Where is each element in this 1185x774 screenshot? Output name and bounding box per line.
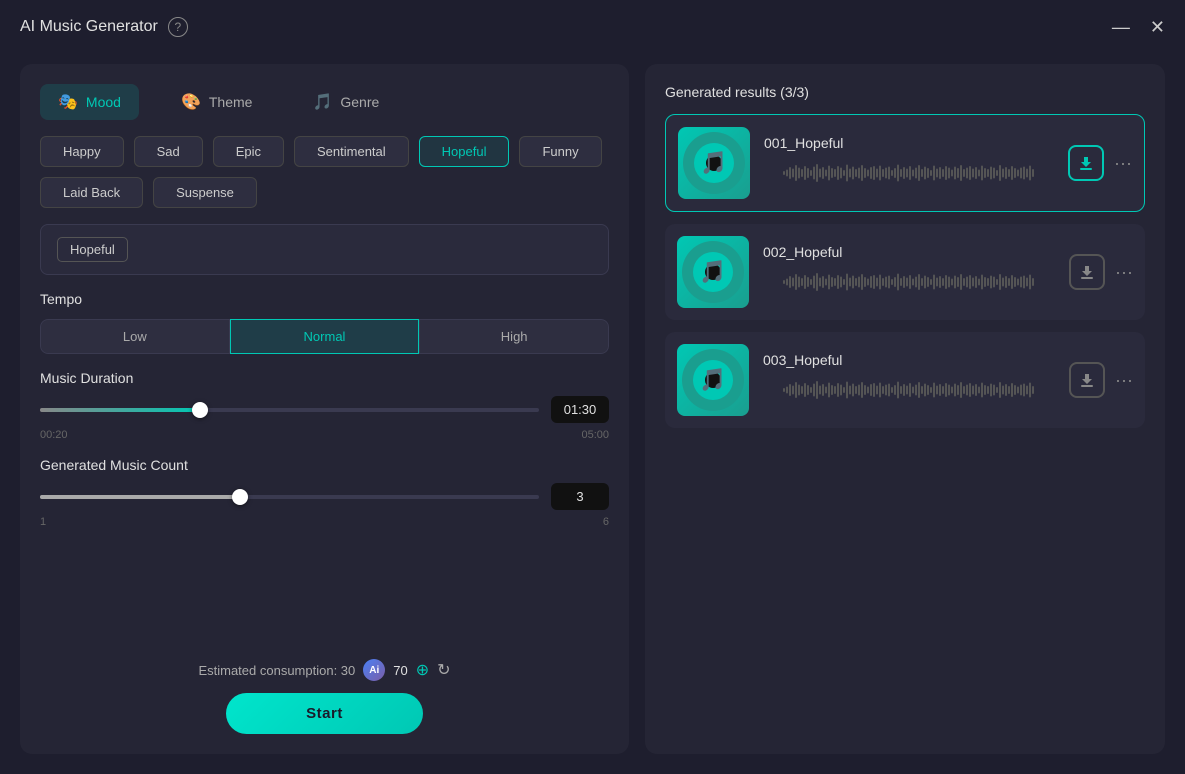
tempo-btn-high[interactable]: High (419, 319, 609, 354)
count-thumb[interactable] (232, 489, 248, 505)
music-item-2[interactable]: 🎵 002_Hopeful ··· (665, 224, 1145, 320)
music-duration-slider[interactable] (40, 400, 539, 420)
mood-btn-sentimental[interactable]: Sentimental (294, 136, 409, 167)
more-button-2[interactable]: ··· (1115, 262, 1133, 283)
music-info-2: 002_Hopeful (763, 244, 1055, 301)
tab-genre-label: Genre (340, 94, 379, 110)
credits-count: 70 (393, 663, 407, 678)
tab-mood-label: Mood (86, 94, 121, 110)
consumption-row: Estimated consumption: 30 Ai 70 ⊕ ↻ (198, 659, 450, 681)
count-labels: 1 6 (40, 516, 609, 528)
tempo-buttons: LowNormalHigh (40, 319, 609, 354)
music-count-label: Generated Music Count (40, 457, 609, 473)
music-name-1: 001_Hopeful (764, 135, 1054, 151)
close-button[interactable]: ✕ (1150, 18, 1165, 36)
music-info-1: 001_Hopeful (764, 135, 1054, 192)
music-actions-2: ··· (1069, 254, 1133, 290)
duration-fill (40, 408, 200, 412)
app-window: AI Music Generator ? — ✕ 🎭 Mood 🎨 Theme (0, 0, 1185, 774)
ai-badge: Ai (363, 659, 385, 681)
mood-grid: Happy Sad Epic Sentimental Hopeful Funny Laid … (40, 136, 609, 208)
music-thumbnail-1: 🎵 (678, 127, 750, 199)
more-button-3[interactable]: ··· (1115, 370, 1133, 391)
app-title: AI Music Generator (20, 18, 158, 36)
tempo-btn-low[interactable]: Low (40, 319, 230, 354)
tab-theme[interactable]: 🎨 Theme (163, 84, 271, 120)
music-actions-1: ··· (1068, 145, 1132, 181)
results-title: Generated results (3/3) (665, 84, 1145, 100)
selected-mood-tag: Hopeful (57, 237, 128, 262)
download-button-2[interactable] (1069, 254, 1105, 290)
theme-tab-icon: 🎨 (181, 92, 201, 112)
title-left: AI Music Generator ? (20, 17, 188, 37)
tab-mood[interactable]: 🎭 Mood (40, 84, 139, 120)
mood-btn-funny[interactable]: Funny (519, 136, 601, 167)
music-thumbnail-3: 🎵 (677, 344, 749, 416)
tab-theme-label: Theme (209, 94, 253, 110)
mood-btn-suspense[interactable]: Suspense (153, 177, 257, 208)
download-button-1[interactable] (1068, 145, 1104, 181)
music-actions-3: ··· (1069, 362, 1133, 398)
bottom-bar: Estimated consumption: 30 Ai 70 ⊕ ↻ Star… (40, 659, 609, 734)
count-track (40, 495, 539, 499)
count-max: 6 (603, 516, 609, 528)
minimize-button[interactable]: — (1112, 18, 1130, 36)
music-item-3[interactable]: 🎵 003_Hopeful ··· (665, 332, 1145, 428)
music-item-1[interactable]: 🎵 001_Hopeful ··· (665, 114, 1145, 212)
add-credits-icon[interactable]: ⊕ (416, 660, 429, 680)
tab-genre[interactable]: 🎵 Genre (294, 84, 397, 120)
mood-btn-hopeful[interactable]: Hopeful (419, 136, 510, 167)
more-button-1[interactable]: ··· (1114, 153, 1132, 174)
waveform-1 (764, 159, 1054, 192)
music-count-section: Generated Music Count 3 1 6 (40, 457, 609, 528)
download-button-3[interactable] (1069, 362, 1105, 398)
tempo-section: Tempo LowNormalHigh (40, 291, 609, 354)
main-content: 🎭 Mood 🎨 Theme 🎵 Genre Happy Sad Epic Senti… (0, 54, 1185, 774)
mood-btn-laid-back[interactable]: Laid Back (40, 177, 143, 208)
refresh-icon[interactable]: ↻ (437, 660, 450, 680)
left-panel: 🎭 Mood 🎨 Theme 🎵 Genre Happy Sad Epic Senti… (20, 64, 629, 754)
mood-btn-epic[interactable]: Epic (213, 136, 284, 167)
music-duration-label: Music Duration (40, 370, 609, 386)
mood-btn-sad[interactable]: Sad (134, 136, 203, 167)
duration-track (40, 408, 539, 412)
mood-btn-happy[interactable]: Happy (40, 136, 124, 167)
waveform-3 (763, 376, 1055, 409)
consumption-label: Estimated consumption: 30 (198, 663, 355, 678)
results-list: 🎵 001_Hopeful ··· 🎵 002_Hopeful ··· 🎵 00… (665, 114, 1145, 428)
music-duration-row: 01:30 (40, 396, 609, 423)
tabs: 🎭 Mood 🎨 Theme 🎵 Genre (40, 84, 609, 120)
tempo-btn-normal[interactable]: Normal (230, 319, 420, 354)
title-bar: AI Music Generator ? — ✕ (0, 0, 1185, 54)
count-fill (40, 495, 240, 499)
help-icon[interactable]: ? (168, 17, 188, 37)
duration-labels: 00:20 05:00 (40, 429, 609, 441)
tempo-label: Tempo (40, 291, 609, 307)
duration-max: 05:00 (581, 429, 609, 441)
mood-tab-icon: 🎭 (58, 92, 78, 112)
count-value: 3 (551, 483, 609, 510)
duration-thumb[interactable] (192, 402, 208, 418)
waveform-2 (763, 268, 1055, 301)
right-panel: Generated results (3/3) 🎵 001_Hopeful ··… (645, 64, 1165, 754)
music-duration-section: Music Duration 01:30 00:20 05:00 (40, 370, 609, 441)
count-min: 1 (40, 516, 46, 528)
music-name-3: 003_Hopeful (763, 352, 1055, 368)
genre-tab-icon: 🎵 (312, 92, 332, 112)
music-count-slider[interactable] (40, 487, 539, 507)
duration-value: 01:30 (551, 396, 609, 423)
music-info-3: 003_Hopeful (763, 352, 1055, 409)
selected-mood-box: Hopeful (40, 224, 609, 275)
music-count-row: 3 (40, 483, 609, 510)
music-thumbnail-2: 🎵 (677, 236, 749, 308)
duration-min: 00:20 (40, 429, 68, 441)
title-controls: — ✕ (1112, 18, 1165, 36)
start-button[interactable]: Start (226, 693, 423, 734)
music-name-2: 002_Hopeful (763, 244, 1055, 260)
